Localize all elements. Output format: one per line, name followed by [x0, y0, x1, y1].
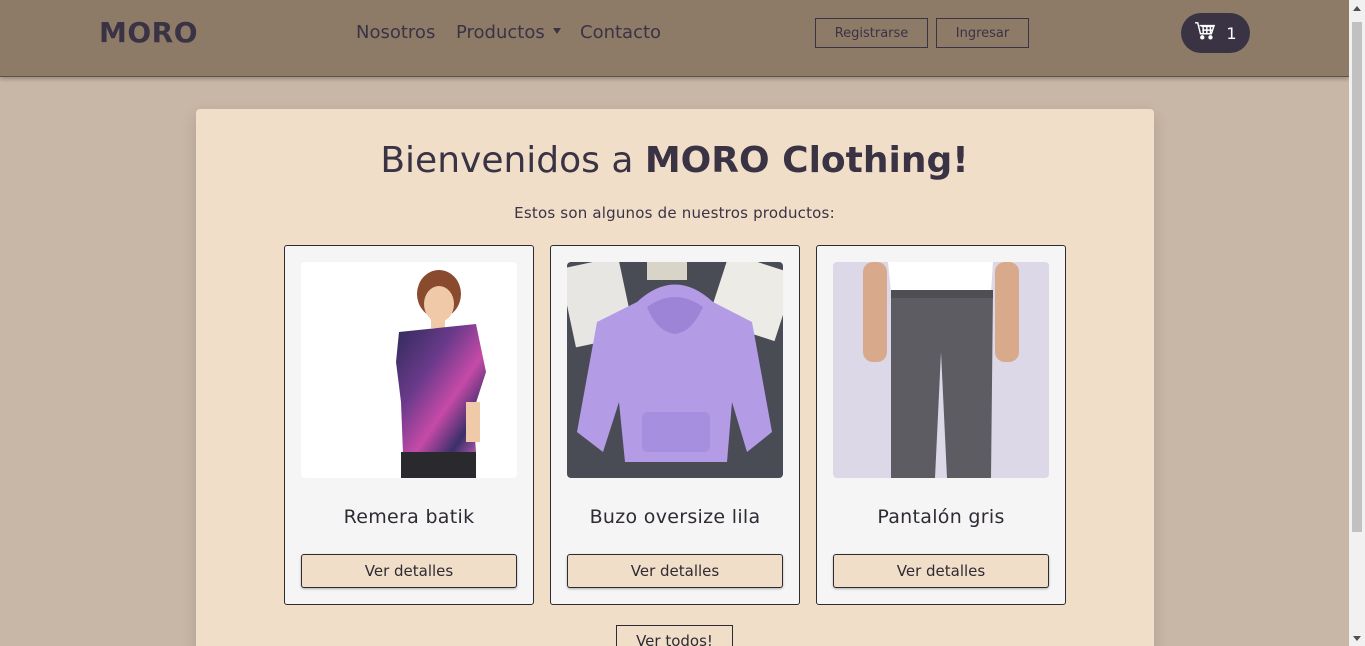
welcome-title-prefix: Bienvenidos a	[380, 140, 645, 181]
caret-down-icon	[552, 28, 561, 34]
scrollbar-thumb[interactable]	[1352, 22, 1362, 532]
product-card: Pantalón gris Ver detalles	[816, 245, 1066, 605]
brand-logo[interactable]: MORO	[99, 16, 198, 49]
view-details-button[interactable]: Ver detalles	[833, 554, 1049, 588]
scroll-down-arrow-icon[interactable]	[1353, 636, 1361, 641]
nav-link-productos[interactable]: Productos	[456, 22, 561, 43]
welcome-title-brand: MORO Clothing!	[644, 140, 969, 181]
cart-button[interactable]: 1	[1181, 13, 1250, 53]
product-name: Remera batik	[343, 506, 475, 528]
product-card: Buzo oversize lila Ver detalles	[550, 245, 800, 605]
product-image-remera[interactable]	[301, 262, 517, 478]
welcome-subtitle: Estos son algunos de nuestros productos:	[514, 204, 835, 222]
nav-link-contacto[interactable]: Contacto	[580, 22, 661, 43]
view-details-button[interactable]: Ver detalles	[567, 554, 783, 588]
nav-link-productos-label: Productos	[456, 22, 545, 43]
navbar: MORO Nosotros Productos Contacto Registr…	[0, 0, 1349, 77]
product-card: Remera batik Ver detalles	[284, 245, 534, 605]
login-button[interactable]: Ingresar	[936, 18, 1029, 48]
nav-link-nosotros[interactable]: Nosotros	[356, 22, 435, 43]
welcome-title: Bienvenidos a MORO Clothing!	[0, 140, 1349, 181]
product-name: Pantalón gris	[877, 506, 1005, 528]
view-all-button[interactable]: Ver todos!	[616, 625, 733, 646]
cart-count: 1	[1226, 23, 1237, 43]
register-button[interactable]: Registrarse	[815, 18, 928, 48]
vertical-scrollbar[interactable]	[1349, 0, 1365, 646]
product-image-buzo[interactable]	[567, 262, 783, 478]
scroll-up-arrow-icon[interactable]	[1353, 6, 1361, 11]
product-image-pantalon[interactable]	[833, 262, 1049, 478]
product-name: Buzo oversize lila	[589, 506, 761, 528]
view-details-button[interactable]: Ver detalles	[301, 554, 517, 588]
shopping-cart-icon	[1194, 21, 1216, 45]
